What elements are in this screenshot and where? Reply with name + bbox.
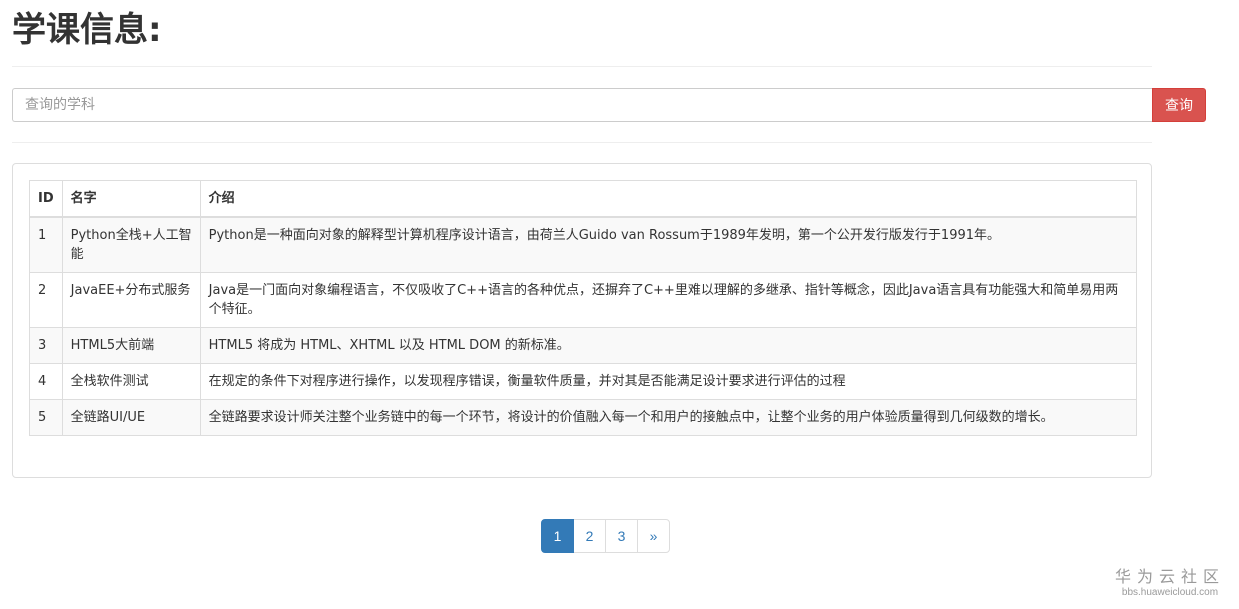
page-link-2[interactable]: 2 xyxy=(573,519,606,553)
cell-id: 2 xyxy=(29,272,63,328)
cell-id: 1 xyxy=(29,216,63,273)
search-input[interactable] xyxy=(12,88,1152,122)
page-link-1[interactable]: 1 xyxy=(541,519,574,553)
page-link-3[interactable]: 3 xyxy=(605,519,638,553)
watermark-logo-text: 华为云社区 xyxy=(1114,567,1225,586)
divider-top xyxy=(12,66,1152,67)
cell-intro: 在规定的条件下对程序进行操作，以发现程序错误，衡量软件质量，并对其是否能满足设计… xyxy=(199,363,1138,400)
column-header-id: ID xyxy=(29,180,63,218)
search-button[interactable]: 查询 xyxy=(1152,88,1206,122)
watermark-url: bbs.huaweicloud.com xyxy=(1121,587,1219,598)
watermark: 华为云社区 bbs.huaweicloud.com xyxy=(1115,567,1225,599)
pagination: 1 2 3 » xyxy=(541,519,670,553)
cell-intro: 全链路要求设计师关注整个业务链中的每一个环节，将设计的价值融入每一个和用户的接触… xyxy=(199,399,1138,436)
table-row: 2 JavaEE+分布式服务 Java是一门面向对象编程语言，不仅吸收了C++语… xyxy=(29,272,1138,328)
cell-id: 5 xyxy=(29,399,63,436)
cell-intro: Python是一种面向对象的解释型计算机程序设计语言，由荷兰人Guido van… xyxy=(199,216,1138,273)
cell-intro: HTML5 将成为 HTML、XHTML 以及 HTML DOM 的新标准。 xyxy=(199,327,1138,364)
table-row: 4 全栈软件测试 在规定的条件下对程序进行操作，以发现程序错误，衡量软件质量，并… xyxy=(29,363,1138,400)
column-header-name: 名字 xyxy=(61,180,201,218)
cell-name: JavaEE+分布式服务 xyxy=(61,272,201,328)
cell-name: HTML5大前端 xyxy=(61,327,201,364)
cell-name: 全栈软件测试 xyxy=(61,363,201,400)
table-row: 1 Python全栈+人工智能 Python是一种面向对象的解释型计算机程序设计… xyxy=(29,216,1138,273)
page-next-button[interactable]: » xyxy=(637,519,670,553)
cell-name: 全链路UI/UE xyxy=(61,399,201,436)
search-bar: 查询 xyxy=(12,88,1206,122)
course-panel: ID 名字 介绍 1 Python全栈+人工智能 Python是一种面向对象的解… xyxy=(12,163,1152,478)
cell-intro: Java是一门面向对象编程语言，不仅吸收了C++语言的各种优点，还摒弃了C++里… xyxy=(199,272,1138,328)
cell-id: 3 xyxy=(29,327,63,364)
table-row: 5 全链路UI/UE 全链路要求设计师关注整个业务链中的每一个环节，将设计的价值… xyxy=(29,399,1138,436)
cell-id: 4 xyxy=(29,363,63,400)
page: 学课信息: 查询 ID 名字 介绍 1 Python全栈+人工智能 Python… xyxy=(0,0,1239,609)
page-title: 学课信息: xyxy=(12,10,162,50)
cell-name: Python全栈+人工智能 xyxy=(61,216,201,273)
divider-bottom xyxy=(12,142,1152,143)
table-row: 3 HTML5大前端 HTML5 将成为 HTML、XHTML 以及 HTML … xyxy=(29,327,1138,364)
column-header-intro: 介绍 xyxy=(199,180,1138,218)
course-table: ID 名字 介绍 1 Python全栈+人工智能 Python是一种面向对象的解… xyxy=(29,180,1138,436)
table-header-row: ID 名字 介绍 xyxy=(29,180,1138,218)
